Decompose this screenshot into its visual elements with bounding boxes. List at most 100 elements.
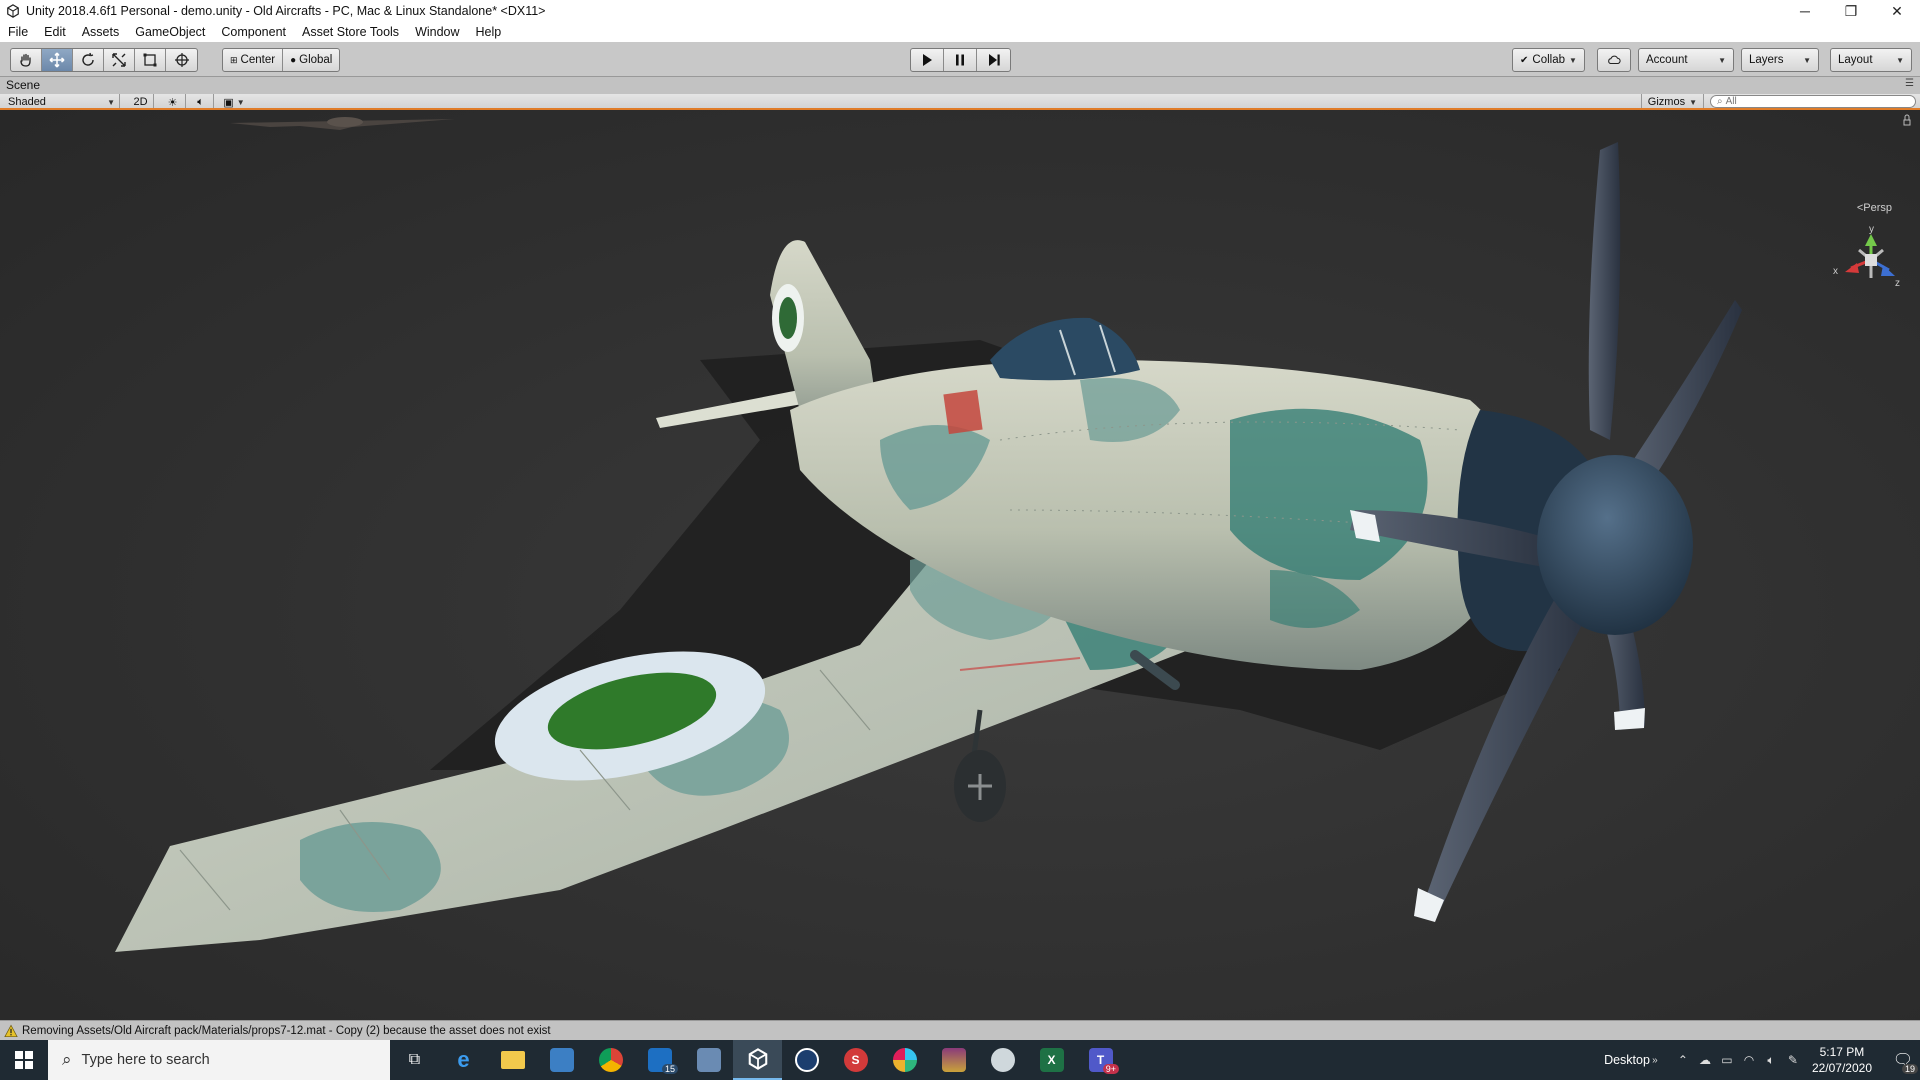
scale-tool-button[interactable] (104, 49, 135, 71)
lock-icon[interactable] (1903, 114, 1911, 126)
menu-gameobject[interactable]: GameObject (127, 25, 213, 39)
minimize-button[interactable]: ─ (1782, 0, 1828, 22)
restore-button[interactable]: ❐ (1828, 0, 1874, 22)
system-clock[interactable]: 5:17 PM 22/07/2020 (1812, 1044, 1872, 1076)
menu-component[interactable]: Component (213, 25, 294, 39)
gizmo-y-label: y (1869, 224, 1874, 235)
clock-date: 22/07/2020 (1811, 1061, 1872, 1075)
menu-bar: File Edit Assets GameObject Component As… (0, 22, 1920, 42)
cloud-button[interactable] (1597, 48, 1631, 72)
account-label: Account (1646, 54, 1688, 66)
taskbar-task-view[interactable]: ⧉ (390, 1040, 439, 1080)
gizmo-z-label: z (1895, 278, 1900, 289)
hand-tool-button[interactable] (11, 49, 42, 71)
rotate-tool-button[interactable] (73, 49, 104, 71)
speaker-icon: 🔈︎ (197, 95, 204, 108)
projection-label: Persp (1863, 202, 1892, 214)
task-view-icon: ⧉ (408, 1051, 421, 1068)
taskbar-substance[interactable]: S (831, 1040, 880, 1080)
taskbar-teams[interactable]: T 9+ (1076, 1040, 1125, 1080)
pivot-rotation-button[interactable]: ● Global (283, 49, 339, 71)
chevron-down-icon: ▼ (1896, 55, 1904, 65)
step-button[interactable] (977, 49, 1010, 71)
gizmo-x-label: x (1833, 266, 1838, 277)
scene-search-input[interactable]: ⌕ All (1710, 95, 1916, 108)
sun-icon: ☀ (167, 96, 178, 109)
taskbar-winrar[interactable] (929, 1040, 978, 1080)
close-button[interactable]: ✕ (1874, 0, 1920, 22)
action-center-button[interactable]: 🗨︎ 19 (1886, 1040, 1920, 1080)
pause-button[interactable] (944, 49, 977, 71)
unity-logo-icon (7, 4, 19, 18)
window-title: Unity 2018.4.6f1 Personal - demo.unity -… (26, 4, 546, 18)
console-status-bar[interactable]: Removing Assets/Old Aircraft pack/Materi… (0, 1020, 1920, 1041)
windows-taskbar: ⌕ Type here to search ⧉ e 15 S X T 9+ Des… (0, 1040, 1920, 1080)
substance-icon: S (843, 1048, 868, 1072)
transform-tool-button[interactable] (166, 49, 197, 71)
pen-icon[interactable]: ✎ (1782, 1053, 1804, 1067)
chevron-up-icon[interactable]: ⌃ (1672, 1053, 1694, 1067)
layers-label: Layers (1749, 54, 1784, 66)
search-icon: ⌕ (62, 1050, 72, 1069)
status-message: Removing Assets/Old Aircraft pack/Materi… (22, 1025, 551, 1037)
scale-icon (112, 53, 126, 67)
store-icon (549, 1048, 574, 1072)
chevron-right-icon[interactable]: » (1644, 1055, 1666, 1066)
taskbar-file-explorer[interactable] (488, 1040, 537, 1080)
taskbar-mail[interactable]: 15 (635, 1040, 684, 1080)
collab-label: Collab (1532, 54, 1565, 66)
rect-tool-button[interactable] (135, 49, 166, 71)
scene-viewport[interactable]: y x z <Persp (0, 110, 1920, 1020)
windows-logo-icon (15, 1051, 33, 1069)
taskbar-remote-desktop[interactable] (684, 1040, 733, 1080)
menu-help[interactable]: Help (468, 25, 510, 39)
panel-menu-icon[interactable]: ☰ (1905, 78, 1914, 89)
move-tool-button[interactable] (42, 49, 73, 71)
play-button[interactable] (911, 49, 944, 71)
menu-window[interactable]: Window (407, 25, 467, 39)
play-icon (923, 54, 932, 66)
shading-mode-label: Shaded (8, 96, 46, 108)
taskbar-edge[interactable]: e (439, 1040, 488, 1080)
excel-icon: X (1039, 1048, 1064, 1072)
taskbar-excel[interactable]: X (1027, 1040, 1076, 1080)
battery-icon[interactable]: ▭ (1716, 1053, 1738, 1067)
slack-icon (892, 1048, 917, 1072)
folder-icon (500, 1051, 525, 1069)
start-button[interactable] (0, 1040, 48, 1080)
orientation-gizmo[interactable]: y x z (1833, 224, 1900, 289)
wifi-icon[interactable]: ◠ (1738, 1053, 1760, 1067)
tab-scene[interactable]: Scene (6, 78, 40, 92)
taskbar-cinema4d[interactable] (782, 1040, 831, 1080)
onedrive-icon[interactable]: ☁ (1694, 1053, 1716, 1067)
taskbar-unity[interactable] (733, 1040, 782, 1080)
collab-dropdown[interactable]: ✔ Collab ▼ (1512, 48, 1585, 72)
menu-edit[interactable]: Edit (36, 25, 74, 39)
layout-dropdown[interactable]: Layout ▼ (1830, 48, 1912, 72)
taskbar-chrome[interactable] (586, 1040, 635, 1080)
scene-render: y x z (115, 114, 1911, 952)
search-icon: ⌕ (1717, 96, 1723, 107)
playback-controls (910, 48, 1011, 72)
layers-dropdown[interactable]: Layers ▼ (1741, 48, 1819, 72)
system-tray: Desktop » ⌃ ☁ ▭ ◠ 🔈︎ ✎ 5:17 PM 22/07/202… (1604, 1040, 1920, 1080)
volume-icon[interactable]: 🔈︎ (1760, 1053, 1782, 1068)
menu-asset-store-tools[interactable]: Asset Store Tools (294, 25, 407, 39)
main-toolbar: ⊞ Center ● Global ✔ Collab ▼ Account ▼ L… (0, 42, 1920, 77)
taskbar-slack[interactable] (880, 1040, 929, 1080)
projection-toggle[interactable]: <Persp (1857, 202, 1892, 214)
winrar-icon (941, 1048, 966, 1072)
pivot-mode-button[interactable]: ⊞ Center (223, 49, 284, 71)
monitor-icon (696, 1048, 721, 1072)
rotate-icon (82, 52, 94, 66)
taskbar-store[interactable] (537, 1040, 586, 1080)
pause-icon (956, 54, 964, 66)
pivot-rotation-label: Global (299, 54, 333, 66)
chevron-down-icon: ▼ (107, 97, 115, 107)
account-dropdown[interactable]: Account ▼ (1638, 48, 1734, 72)
mail-badge: 15 (661, 1064, 678, 1074)
menu-file[interactable]: File (0, 25, 36, 39)
menu-assets[interactable]: Assets (74, 25, 128, 39)
taskbar-paint[interactable] (978, 1040, 1027, 1080)
taskbar-search-box[interactable]: ⌕ Type here to search (48, 1040, 390, 1080)
